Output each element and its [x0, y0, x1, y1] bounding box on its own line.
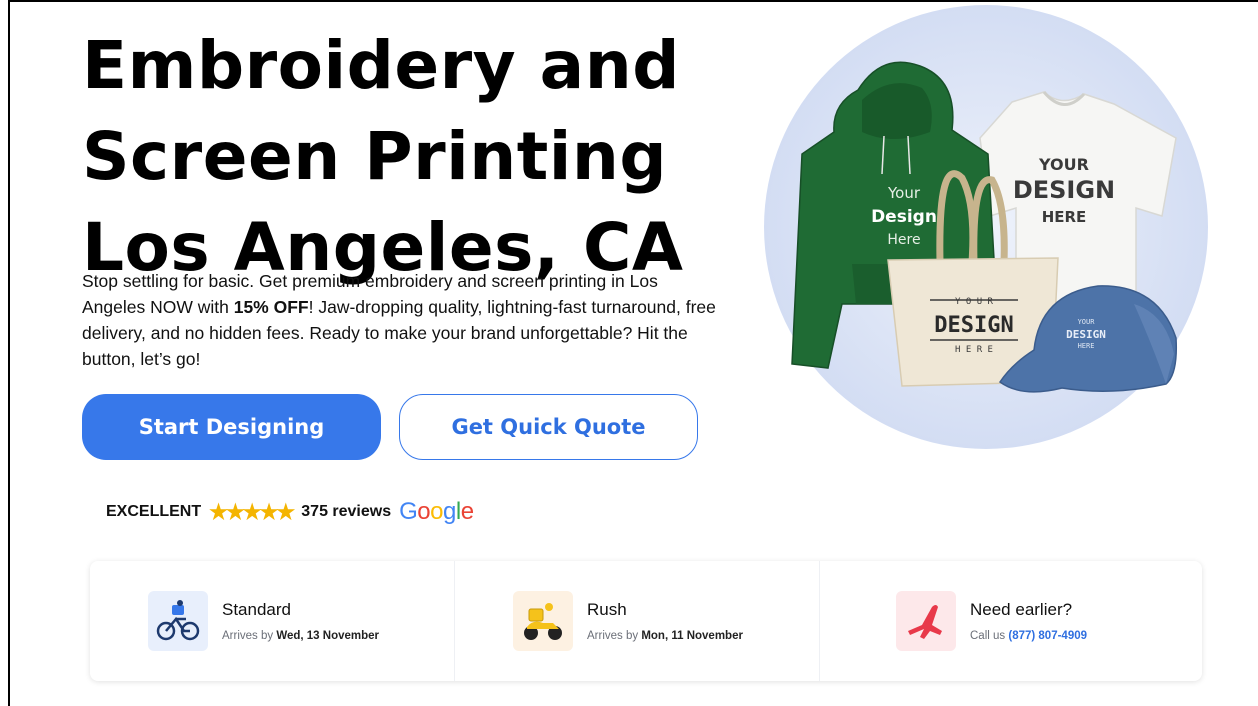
svg-text:DESIGN: DESIGN — [934, 313, 1013, 338]
svg-text:DESIGN: DESIGN — [1066, 328, 1106, 341]
delivery-option-standard[interactable]: Standard Arrives by Wed, 13 November — [90, 561, 455, 681]
phone-link[interactable]: (877) 807-4909 — [1008, 630, 1087, 642]
svg-text:HERE: HERE — [1078, 342, 1095, 350]
svg-text:HERE: HERE — [1042, 208, 1087, 226]
delivery-title: Need earlier? — [970, 600, 1073, 619]
hero-title: Embroidery and Screen Printing Los Angel… — [82, 20, 722, 293]
google-logo: Google — [399, 498, 474, 525]
svg-text:H E R E: H E R E — [955, 345, 993, 355]
scooter-courier-icon — [513, 591, 573, 651]
hero-title-line-2: Screen Printing — [82, 118, 668, 195]
delivery-date: Arrives by Wed, 13 November — [222, 630, 380, 642]
start-designing-button[interactable]: Start Designing — [82, 394, 381, 460]
svg-text:YOUR: YOUR — [1078, 318, 1096, 326]
hero-title-line-1: Embroidery and — [82, 27, 680, 104]
delivery-title: Standard — [222, 600, 291, 619]
reviews-badge[interactable]: EXCELLENT ★★★★★ 375 reviews Google — [106, 496, 474, 528]
phone-contact: Call us (877) 807-4909 — [970, 630, 1088, 642]
products-hero-image: YOUR DESIGN HERE Your Design Here Y O U … — [764, 5, 1208, 449]
rating-stars-icon: ★★★★★ — [209, 500, 295, 524]
hero-description: Stop settling for basic. Get premium emb… — [82, 268, 722, 372]
delivery-options-panel: Standard Arrives by Wed, 13 November Rus… — [90, 561, 1202, 681]
discount-highlight: 15% OFF — [233, 297, 309, 317]
svg-text:DESIGN: DESIGN — [1013, 176, 1115, 204]
delivery-option-rush[interactable]: Rush Arrives by Mon, 11 November — [455, 561, 820, 681]
svg-text:Your: Your — [887, 184, 921, 202]
delivery-title: Rush — [587, 600, 627, 619]
delivery-option-call[interactable]: Need earlier? Call us (877) 807-4909 — [820, 561, 1202, 681]
svg-text:YOUR: YOUR — [1038, 155, 1089, 174]
delivery-date: Arrives by Mon, 11 November — [587, 630, 743, 642]
bicycle-courier-icon — [148, 591, 208, 651]
svg-text:Here: Here — [887, 232, 920, 248]
review-count: 375 reviews — [301, 503, 392, 520]
rating-label: EXCELLENT — [106, 503, 202, 520]
airplane-icon — [896, 591, 956, 651]
get-quick-quote-button[interactable]: Get Quick Quote — [399, 394, 698, 460]
svg-text:Y O U R: Y O U R — [955, 297, 994, 307]
svg-text:Design: Design — [871, 207, 937, 227]
